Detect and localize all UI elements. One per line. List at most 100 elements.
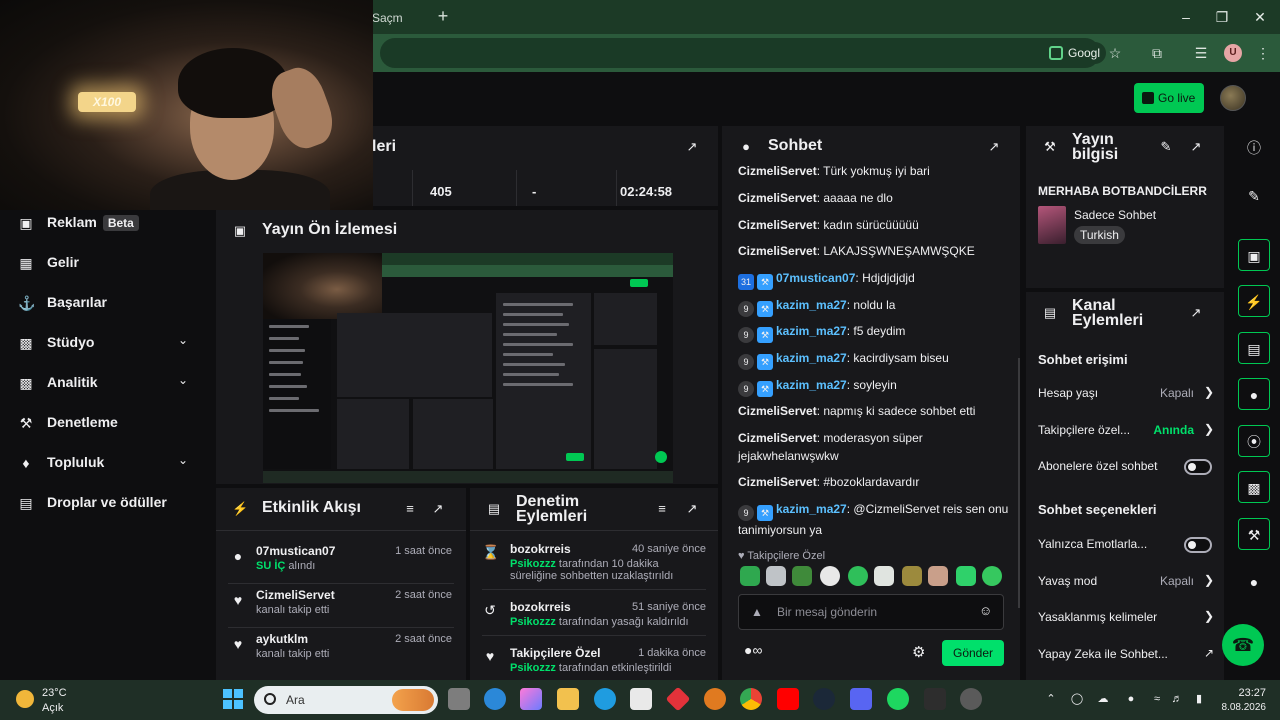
mod-action-item[interactable]: ♥ Takipçilere Özel 1 dakika önce Psikozz… <box>470 640 718 680</box>
emote-icon[interactable] <box>792 566 812 586</box>
help-icon[interactable] <box>484 688 506 710</box>
snapshot-icon[interactable]: ▣ <box>1238 239 1270 271</box>
app-icon[interactable] <box>704 688 726 710</box>
go-live-button[interactable]: Go live <box>1134 83 1204 113</box>
emote-icon[interactable] <box>820 566 840 586</box>
chrome-icon[interactable] <box>740 688 762 710</box>
minimize-button[interactable]: – <box>1174 6 1198 28</box>
emote-icon[interactable] <box>874 566 894 586</box>
add-quick-action-button[interactable]: ☎ <box>1222 624 1264 666</box>
cloud-icon[interactable]: ☁ <box>1096 692 1110 706</box>
edge-icon[interactable] <box>594 688 616 710</box>
copilot-icon[interactable] <box>520 688 542 710</box>
raid-icon[interactable]: ▩ <box>1238 471 1270 503</box>
youtube-icon[interactable] <box>777 688 799 710</box>
steam-icon[interactable] <box>813 688 835 710</box>
stream-tag[interactable]: Turkish <box>1074 226 1125 244</box>
windows-start-icon[interactable] <box>222 688 244 710</box>
mod-action-item[interactable]: ⌛ bozokrreis 40 saniye önce Psikozzz tar… <box>470 536 718 584</box>
banned-words-option[interactable]: Yasaklanmış kelimeler ❯ <box>1038 608 1214 628</box>
terminal-icon[interactable] <box>924 688 946 710</box>
account-age-option[interactable]: Hesap yaşı Kapalı ❯ <box>1038 384 1214 404</box>
emote-icon[interactable] <box>766 566 786 586</box>
broadcast-icon[interactable]: ⦿ <box>1238 425 1270 457</box>
maximize-button[interactable]: ❐ <box>1210 6 1234 28</box>
ai-chat-option[interactable]: Yapay Zeka ile Sohbet... ↗ <box>1038 645 1214 665</box>
popout-icon[interactable]: ↗ <box>430 501 446 517</box>
google-lens-chip[interactable]: Googl <box>1044 42 1107 64</box>
info-icon[interactable]: ⓘ <box>1238 132 1270 164</box>
popout-icon[interactable]: ↗ <box>986 139 1002 155</box>
weather-widget[interactable]: 23°C Açık <box>16 684 116 716</box>
send-button[interactable]: Gönder <box>942 640 1004 666</box>
activity-item[interactable]: ♥ aykutklm 2 saat önce kanalı takip etti <box>216 626 466 670</box>
sidebar-item-drops[interactable]: ▤ Droplar ve ödüller <box>0 483 212 523</box>
chat-input[interactable]: ▲ Bir mesaj gönderin ☺ <box>738 594 1004 630</box>
popout-icon[interactable]: ↗ <box>684 139 700 155</box>
app-icon[interactable] <box>665 686 691 712</box>
file-explorer-icon[interactable] <box>557 688 579 710</box>
store-icon[interactable] <box>630 688 652 710</box>
subs-only-option[interactable]: Abonelere özel sohbet <box>1038 457 1214 477</box>
gear-icon[interactable]: ⚙ <box>912 643 925 661</box>
emote-icon[interactable] <box>902 566 922 586</box>
filter-icon[interactable]: ≡ <box>654 501 670 517</box>
microphone-icon[interactable]: ● <box>1124 692 1138 706</box>
task-view-icon[interactable] <box>448 688 470 710</box>
slow-mode-option[interactable]: Yavaş mod Kapalı ❯ <box>1038 572 1214 592</box>
emote-icon[interactable] <box>848 566 868 586</box>
new-tab-button[interactable]: + <box>432 5 454 27</box>
tray-app-icon[interactable]: ◯ <box>1070 692 1084 706</box>
emoji-picker-icon[interactable]: ☺ <box>979 604 993 618</box>
emote-icon[interactable] <box>982 566 1002 586</box>
activity-item[interactable]: ● 07mustican07 1 saat önce SU İÇ alındı <box>216 538 466 582</box>
chat-scrollbar[interactable] <box>1018 358 1020 608</box>
popout-icon[interactable]: ↗ <box>1188 305 1204 321</box>
extensions-icon[interactable]: ⧉ <box>1148 44 1166 62</box>
clock-date[interactable]: 8.08.2026 <box>1216 702 1267 713</box>
emote-only-toggle[interactable] <box>1184 537 1212 553</box>
wifi-icon[interactable]: ≈ <box>1150 692 1164 706</box>
browser-tab-active[interactable]: Saçm <box>372 4 424 34</box>
document-icon[interactable]: ▤ <box>1238 332 1270 364</box>
wrench-icon[interactable]: ⚒ <box>1238 518 1270 550</box>
popout-icon[interactable]: ↗ <box>684 501 700 517</box>
mod-action-item[interactable]: ↺ bozokrreis 51 saniye önce Psikozzz tar… <box>470 594 718 634</box>
close-window-button[interactable]: ✕ <box>1248 6 1272 28</box>
subs-only-toggle[interactable] <box>1184 459 1212 475</box>
popout-icon[interactable]: ↗ <box>1188 139 1204 155</box>
volume-icon[interactable]: ♬ <box>1170 692 1184 706</box>
browser-profile-avatar[interactable]: U <box>1224 44 1242 62</box>
battery-icon[interactable]: ▮ <box>1192 692 1206 706</box>
media-control-icon[interactable]: ☰ <box>1192 44 1210 62</box>
emote-icon[interactable] <box>956 566 976 586</box>
sidebar-item-studio[interactable]: ▩ Stüdyo ⌄ <box>0 323 212 363</box>
edit-pencil-icon[interactable]: ✎ <box>1158 139 1174 155</box>
chevron-up-icon[interactable]: ⌃ <box>1044 692 1058 706</box>
user-avatar[interactable] <box>1220 85 1246 111</box>
clock-time[interactable]: 23:27 <box>1230 687 1266 699</box>
taskbar-search[interactable]: Ara <box>254 686 438 714</box>
filter-icon[interactable]: ≡ <box>402 501 418 517</box>
sidebar-item-analytics[interactable]: ▩ Analitik ⌄ <box>0 363 212 403</box>
omnibox[interactable] <box>380 38 1100 68</box>
chat-bubble-icon[interactable]: ● <box>1238 378 1270 410</box>
bookmark-star-icon[interactable]: ☆ <box>1106 44 1124 62</box>
browser-menu-icon[interactable]: ⋮ <box>1254 44 1272 62</box>
stream-preview-video[interactable] <box>263 253 673 483</box>
emote-only-option[interactable]: Yalnızca Emotlarla... <box>1038 535 1214 555</box>
discord-icon[interactable] <box>850 688 872 710</box>
activity-item[interactable]: ♥ CizmeliServet 2 saat önce kanalı takip… <box>216 582 466 626</box>
chat-message-list[interactable]: CizmeliServet: Türk yokmuş iyi bari Cizm… <box>722 164 1020 668</box>
channel-points-icon[interactable]: ● <box>1238 566 1270 598</box>
sidebar-item-revenue[interactable]: ▦ Gelir <box>0 243 212 283</box>
sidebar-item-achievements[interactable]: ⚓ Başarılar <box>0 283 212 323</box>
channel-points-icon[interactable]: ●∞ <box>744 642 762 658</box>
sidebar-item-community[interactable]: ♦ Topluluk ⌄ <box>0 443 212 483</box>
spotify-icon[interactable] <box>887 688 909 710</box>
obs-icon[interactable] <box>960 688 982 710</box>
emote-icon[interactable] <box>928 566 948 586</box>
sidebar-item-moderation[interactable]: ⚒ Denetleme <box>0 403 212 443</box>
edit-pencil-icon[interactable]: ✎ <box>1238 180 1270 212</box>
lightning-icon[interactable]: ⚡ <box>1238 285 1270 317</box>
